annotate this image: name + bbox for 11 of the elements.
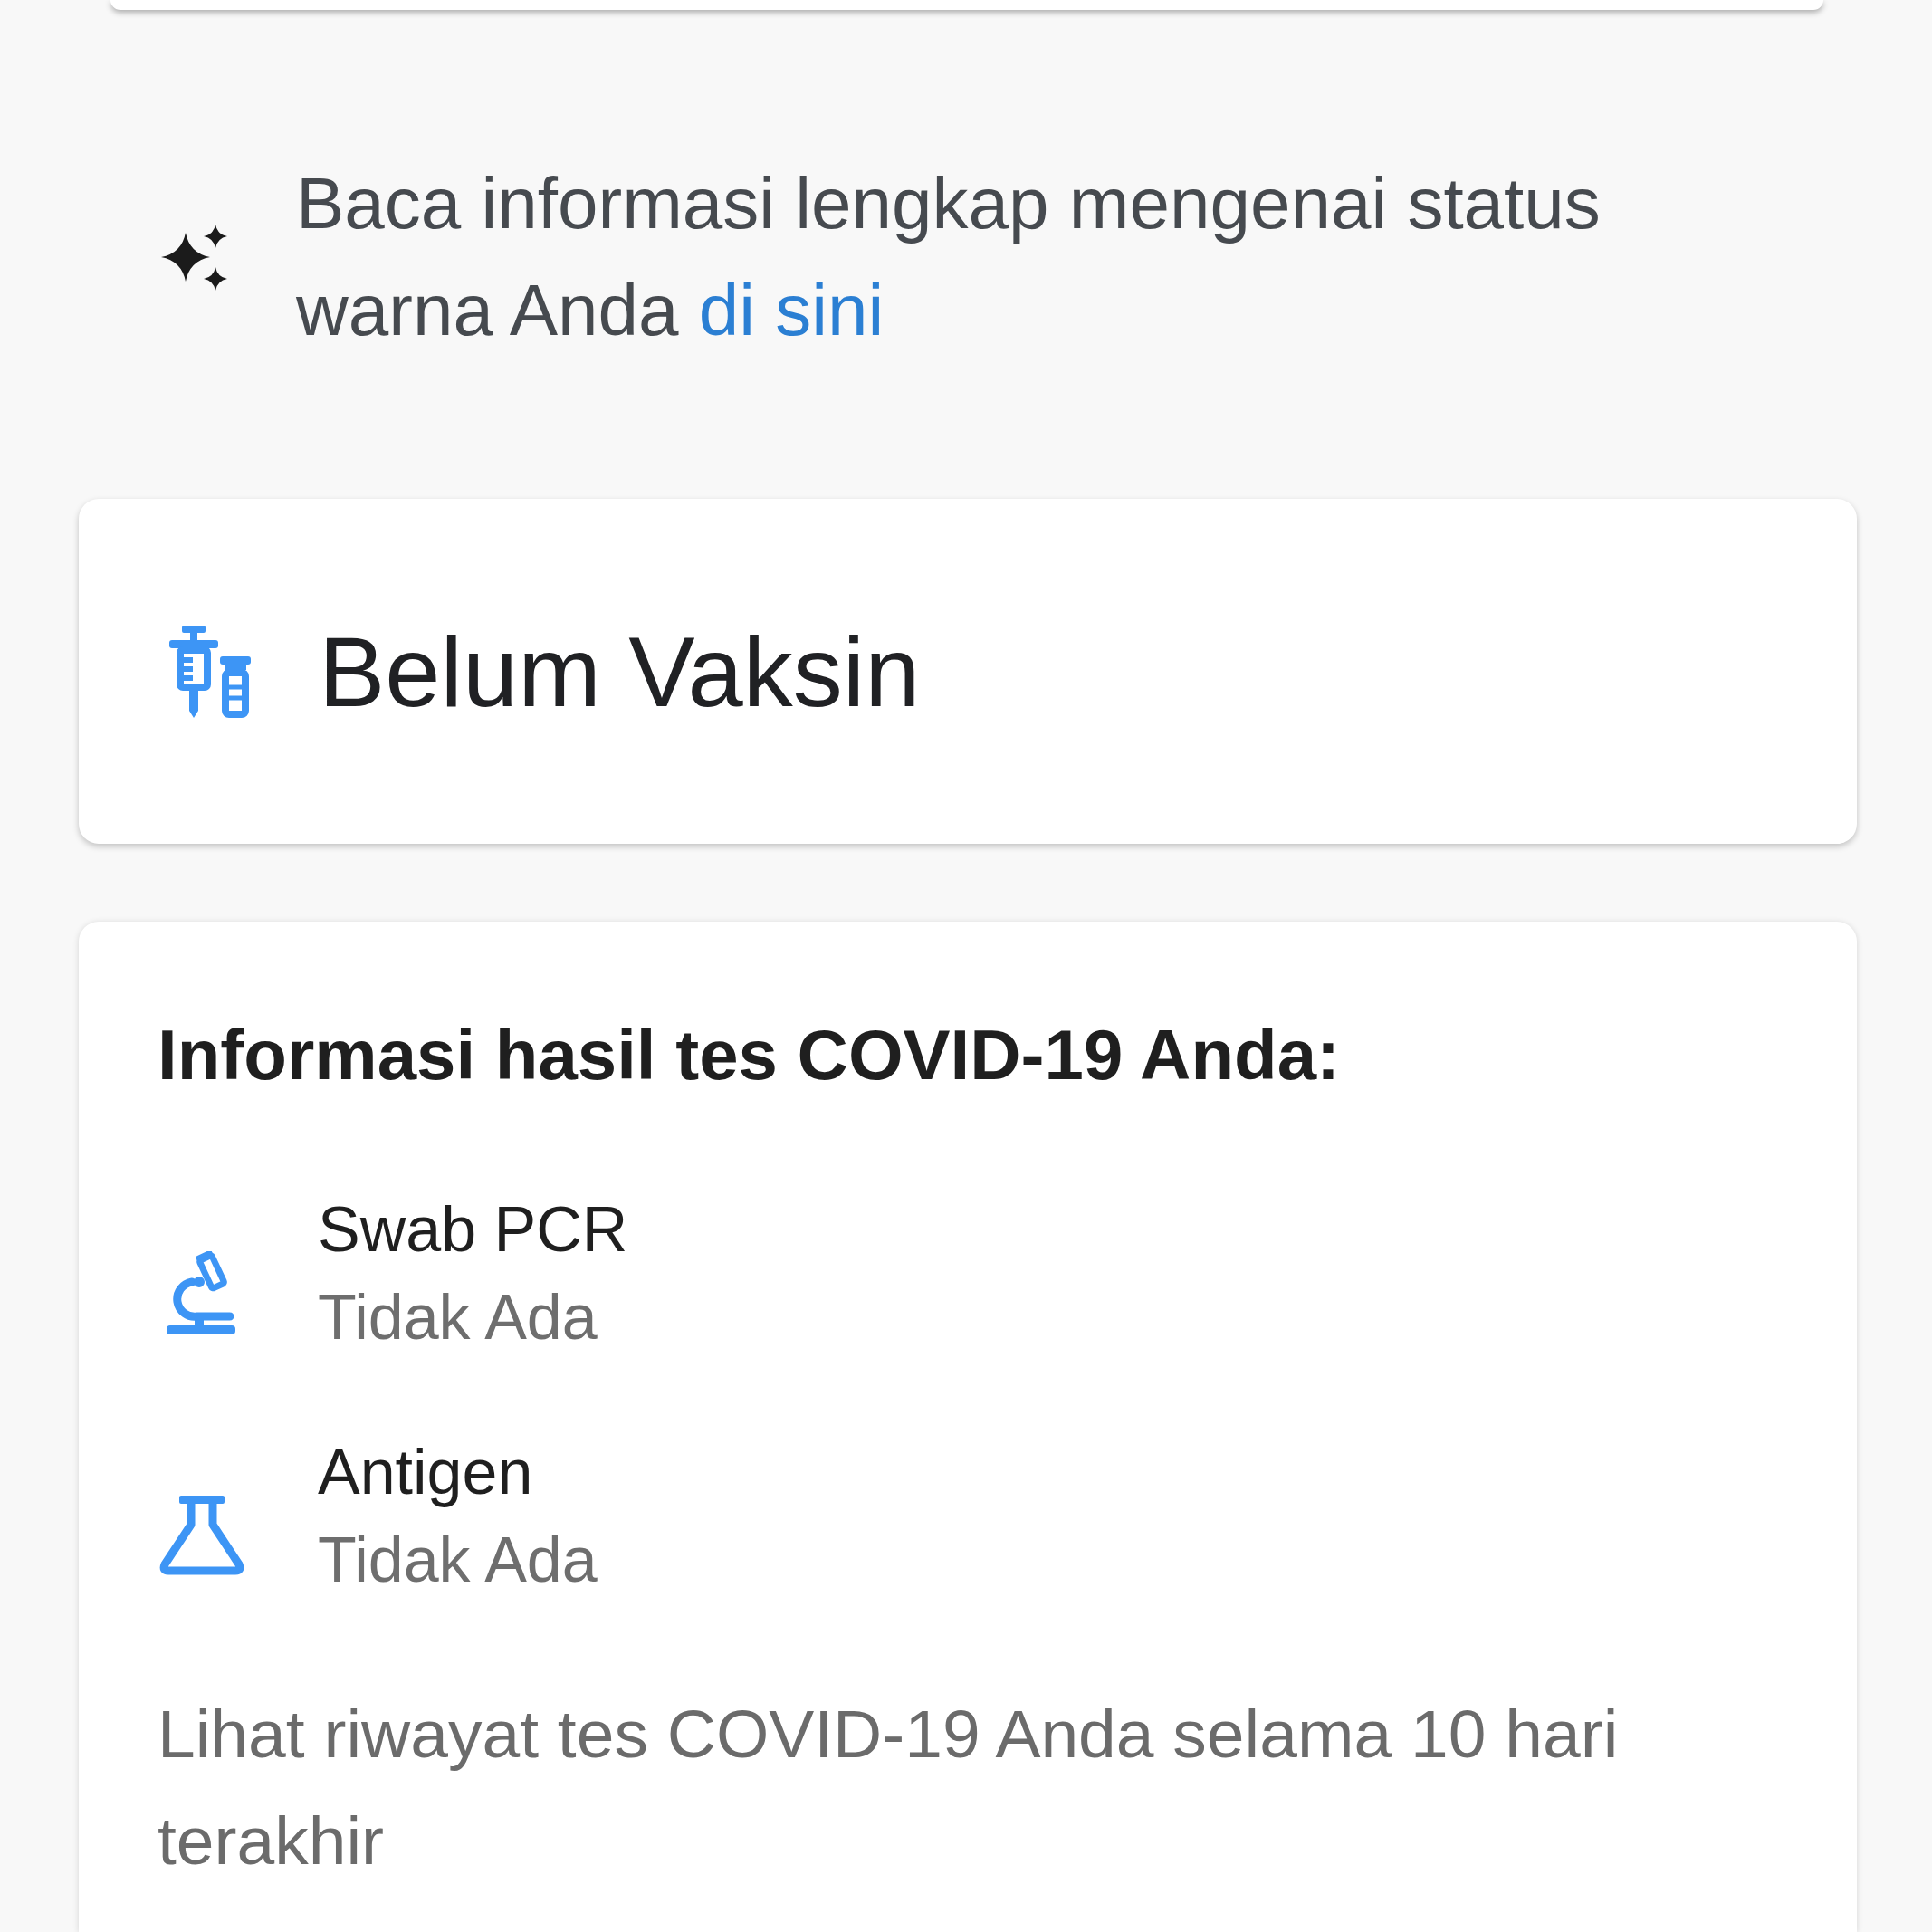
vaccine-status: Belum Vaksin (319, 614, 921, 729)
test-result: Tidak Ada (318, 1281, 598, 1354)
test-result: Tidak Ada (318, 1524, 598, 1597)
flask-icon (158, 1496, 246, 1575)
info-link[interactable]: di sini (698, 270, 885, 350)
info-text: Baca informasi lengkap mengenai status warna Anda di sini (296, 162, 1602, 352)
section-title: Informasi hasil tes COVID-19 Anda: (158, 1014, 1342, 1096)
history-text: Lihat riwayat tes COVID-19 Anda selama 10 hari terakhir (158, 1695, 1620, 1880)
test-name: Swab PCR (318, 1193, 628, 1267)
test-name: Antigen (318, 1436, 534, 1509)
microscope-icon (167, 1251, 235, 1334)
